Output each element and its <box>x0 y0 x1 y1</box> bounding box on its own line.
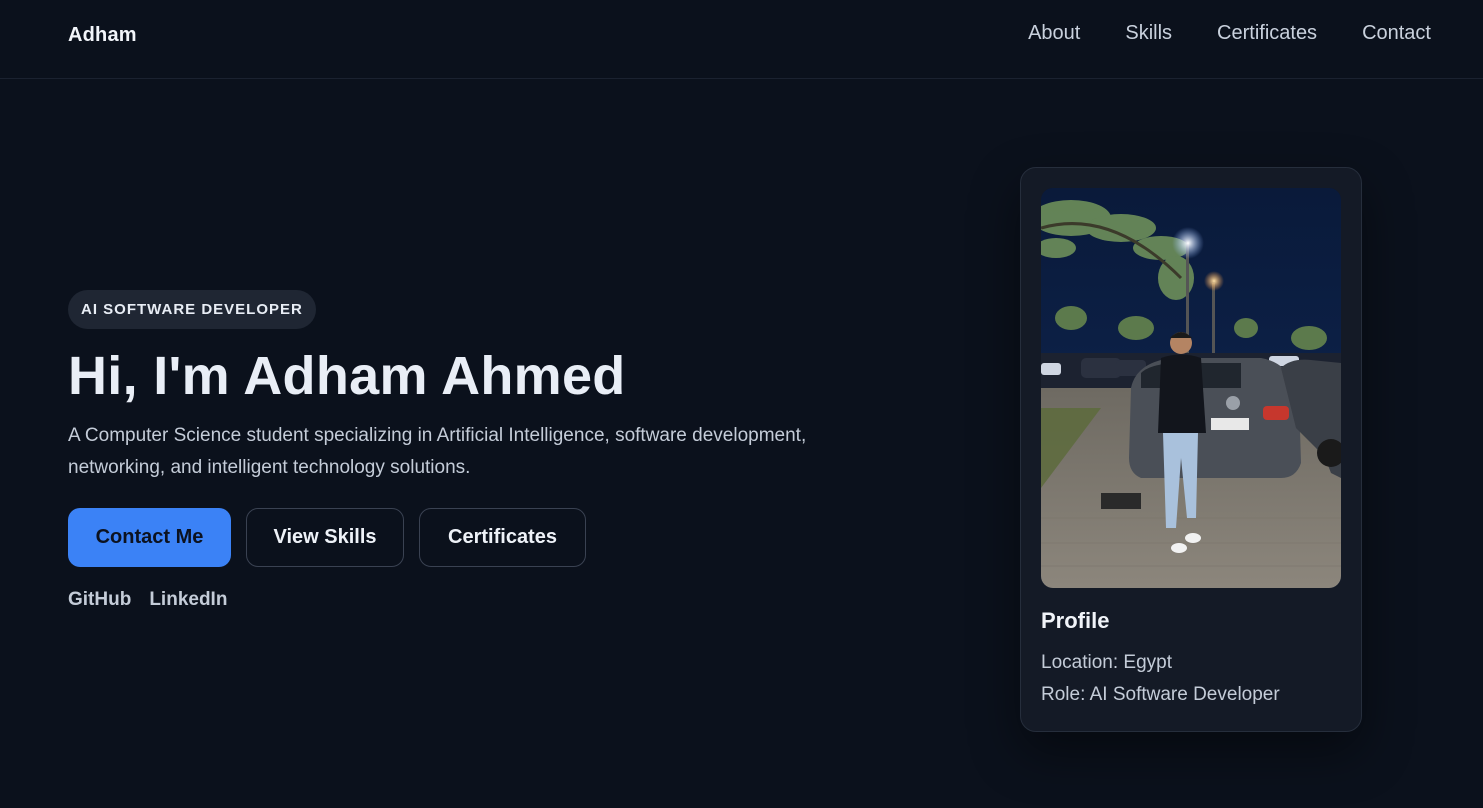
location-value: Egypt <box>1123 652 1172 673</box>
profile-photo <box>1041 188 1341 588</box>
role-value: AI Software Developer <box>1089 684 1280 705</box>
view-skills-button[interactable]: View Skills <box>246 508 404 567</box>
hero-buttons: Contact Me View Skills Certificates <box>68 508 888 567</box>
profile-location: Location: Egypt <box>1041 652 1172 674</box>
role-badge: AI SOFTWARE DEVELOPER <box>68 290 316 329</box>
role-label: Role: <box>1041 684 1086 705</box>
hero-title: Hi, I'm Adham Ahmed <box>68 346 626 406</box>
nav-link-certificates[interactable]: Certificates <box>1217 22 1317 45</box>
contact-me-button[interactable]: Contact Me <box>68 508 231 567</box>
nav-link-skills[interactable]: Skills <box>1125 22 1172 45</box>
brand-logo[interactable]: Adham <box>68 24 137 47</box>
hero-section: AI SOFTWARE DEVELOPER Hi, I'm Adham Ahme… <box>68 290 888 611</box>
linkedin-link[interactable]: LinkedIn <box>149 589 227 611</box>
nav-link-contact[interactable]: Contact <box>1362 22 1431 45</box>
certificates-button[interactable]: Certificates <box>419 508 586 567</box>
github-link[interactable]: GitHub <box>68 589 131 611</box>
navbar: Adham About Skills Certificates Contact <box>0 0 1483 79</box>
hero-description: A Computer Science student specializing … <box>68 425 807 478</box>
social-links: GitHub LinkedIn <box>68 589 888 611</box>
nav-links: About Skills Certificates Contact <box>1028 22 1431 45</box>
profile-title: Profile <box>1041 608 1110 633</box>
nav-link-about[interactable]: About <box>1028 22 1080 45</box>
location-label: Location: <box>1041 652 1119 673</box>
profile-role: Role: AI Software Developer <box>1041 684 1280 706</box>
profile-card: Profile Location: Egypt Role: AI Softwar… <box>1020 167 1362 732</box>
